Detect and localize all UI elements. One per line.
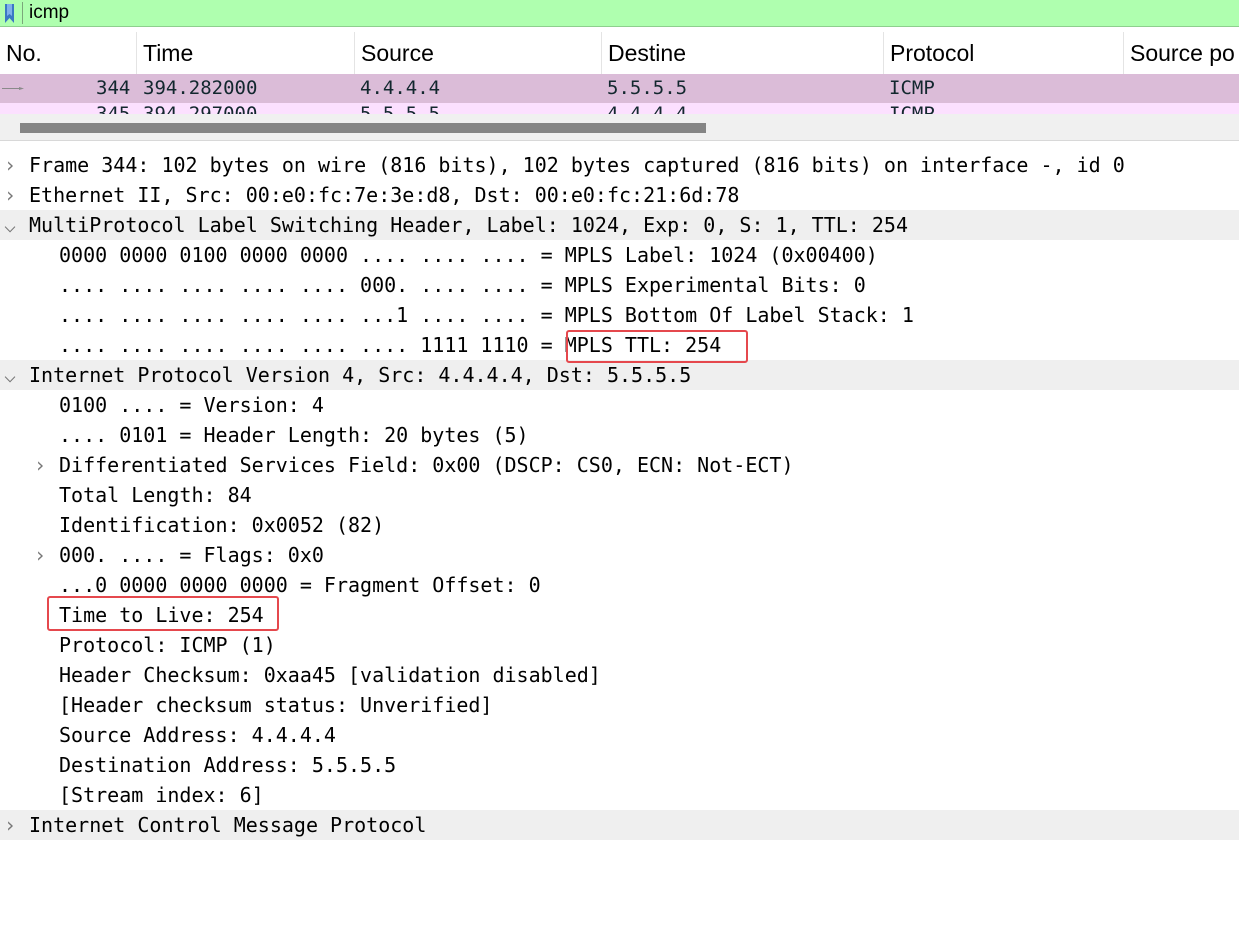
tree-item-icmp[interactable]: › Internet Control Message Protocol: [0, 810, 1239, 840]
column-header-source[interactable]: Source: [355, 32, 602, 74]
chevron-right-icon[interactable]: ›: [4, 810, 18, 840]
tree-item-ip-stream-index[interactable]: [Stream index: 6]: [0, 780, 1239, 810]
packet-row-selected[interactable]: 344 394.282000 4.4.4.4 5.5.5.5 ICMP: [0, 74, 1239, 103]
tree-item-ip-protocol[interactable]: Protocol: ICMP (1): [0, 630, 1239, 660]
display-filter-bar: icmp: [0, 0, 1239, 27]
tree-item-label: .... .... .... .... .... 000. .... .... …: [59, 273, 866, 297]
highlight-ip-ttl: [47, 596, 279, 631]
filter-separator: [22, 2, 23, 24]
tree-item-label: Differentiated Services Field: 0x00 (DSC…: [59, 453, 794, 477]
column-header-destination[interactable]: Destine: [602, 32, 884, 74]
packet-no: 345: [96, 103, 131, 114]
tree-item-ip-dsfield[interactable]: › Differentiated Services Field: 0x00 (D…: [0, 450, 1239, 480]
tree-item-label: Ethernet II, Src: 00:e0:fc:7e:3e:d8, Dst…: [29, 183, 740, 207]
scrollbar-thumb[interactable]: [20, 123, 706, 133]
tree-item-label: MultiProtocol Label Switching Header, La…: [29, 213, 908, 237]
tree-item-label: Frame 344: 102 bytes on wire (816 bits),…: [29, 153, 1125, 177]
column-header-protocol[interactable]: Protocol: [884, 32, 1124, 74]
bookmark-icon[interactable]: [4, 4, 15, 23]
packet-no: 344: [96, 77, 131, 99]
column-header-no[interactable]: No.: [0, 32, 137, 74]
column-header-time[interactable]: Time: [137, 32, 355, 74]
packet-protocol: ICMP: [889, 77, 935, 99]
packet-list-header: No. Time Source Destine Protocol Source …: [0, 32, 1239, 75]
tree-item-ipv4[interactable]: ⌵ Internet Protocol Version 4, Src: 4.4.…: [0, 360, 1239, 390]
tree-item-mpls-bottom[interactable]: .... .... .... .... .... ...1 .... .... …: [0, 300, 1239, 330]
tree-item-ip-dst[interactable]: Destination Address: 5.5.5.5: [0, 750, 1239, 780]
tree-item-label: Internet Control Message Protocol: [29, 813, 427, 837]
packet-list-horizontal-scrollbar[interactable]: [0, 114, 1239, 140]
tree-item-ip-total-length[interactable]: Total Length: 84: [0, 480, 1239, 510]
column-header-source-port[interactable]: Source po: [1124, 32, 1239, 74]
chevron-right-icon[interactable]: ›: [34, 540, 48, 570]
tree-item-ip-header-length[interactable]: .... 0101 = Header Length: 20 bytes (5): [0, 420, 1239, 450]
tree-item-label: 0000 0000 0100 0000 0000 .... .... .... …: [59, 243, 878, 267]
display-filter-input[interactable]: icmp: [29, 1, 69, 25]
highlight-mpls-ttl: [566, 330, 748, 363]
packet-time: 394.282000: [143, 77, 258, 99]
tree-item-label: 0100 .... = Version: 4: [59, 393, 324, 417]
tree-item-label: Identification: 0x0052 (82): [59, 513, 385, 537]
chevron-right-icon[interactable]: ›: [34, 450, 48, 480]
tree-item-ip-version[interactable]: 0100 .... = Version: 4: [0, 390, 1239, 420]
tree-item-label: Total Length: 84: [59, 483, 252, 507]
tree-item-mpls[interactable]: ⌵ MultiProtocol Label Switching Header, …: [0, 210, 1239, 240]
packet-time: 394.297000: [143, 103, 258, 114]
tree-item-frame[interactable]: › Frame 344: 102 bytes on wire (816 bits…: [0, 150, 1239, 180]
packet-destination: 4.4.4.4: [607, 103, 688, 114]
packet-details-tree: › Frame 344: 102 bytes on wire (816 bits…: [0, 150, 1239, 840]
chevron-down-icon[interactable]: ⌵: [4, 210, 18, 240]
arrow-right-icon: [2, 87, 24, 90]
tree-item-label: Internet Protocol Version 4, Src: 4.4.4.…: [29, 363, 692, 387]
tree-item-ip-identification[interactable]: Identification: 0x0052 (82): [0, 510, 1239, 540]
packet-protocol: ICMP: [889, 103, 935, 114]
tree-item-label: [Stream index: 6]: [59, 783, 264, 807]
chevron-right-icon[interactable]: ›: [4, 180, 18, 210]
tree-item-ip-src[interactable]: Source Address: 4.4.4.4: [0, 720, 1239, 750]
packet-source: 5.5.5.5: [360, 103, 441, 114]
tree-item-mpls-exp[interactable]: .... .... .... .... .... 000. .... .... …: [0, 270, 1239, 300]
packet-destination: 5.5.5.5: [607, 77, 688, 99]
tree-item-label: Destination Address: 5.5.5.5: [59, 753, 397, 777]
tree-item-label: .... 0101 = Header Length: 20 bytes (5): [59, 423, 529, 447]
packet-source: 4.4.4.4: [360, 77, 441, 99]
tree-item-label: Source Address: 4.4.4.4: [59, 723, 336, 747]
tree-item-label: Header Checksum: 0xaa45 [validation disa…: [59, 663, 601, 687]
tree-item-ethernet[interactable]: › Ethernet II, Src: 00:e0:fc:7e:3e:d8, D…: [0, 180, 1239, 210]
tree-item-label: Protocol: ICMP (1): [59, 633, 276, 657]
tree-item-label: [Header checksum status: Unverified]: [59, 693, 493, 717]
tree-item-label: .... .... .... .... .... ...1 .... .... …: [59, 303, 914, 327]
tree-item-ip-checksum[interactable]: Header Checksum: 0xaa45 [validation disa…: [0, 660, 1239, 690]
chevron-right-icon[interactable]: ›: [4, 150, 18, 180]
tree-item-mpls-label[interactable]: 0000 0000 0100 0000 0000 .... .... .... …: [0, 240, 1239, 270]
chevron-down-icon[interactable]: ⌵: [4, 360, 18, 390]
packet-row[interactable]: 345 394.297000 5.5.5.5 4.4.4.4 ICMP: [0, 103, 1239, 114]
tree-item-ip-checksum-status[interactable]: [Header checksum status: Unverified]: [0, 690, 1239, 720]
tree-item-label: 000. .... = Flags: 0x0: [59, 543, 324, 567]
tree-item-ip-flags[interactable]: › 000. .... = Flags: 0x0: [0, 540, 1239, 570]
